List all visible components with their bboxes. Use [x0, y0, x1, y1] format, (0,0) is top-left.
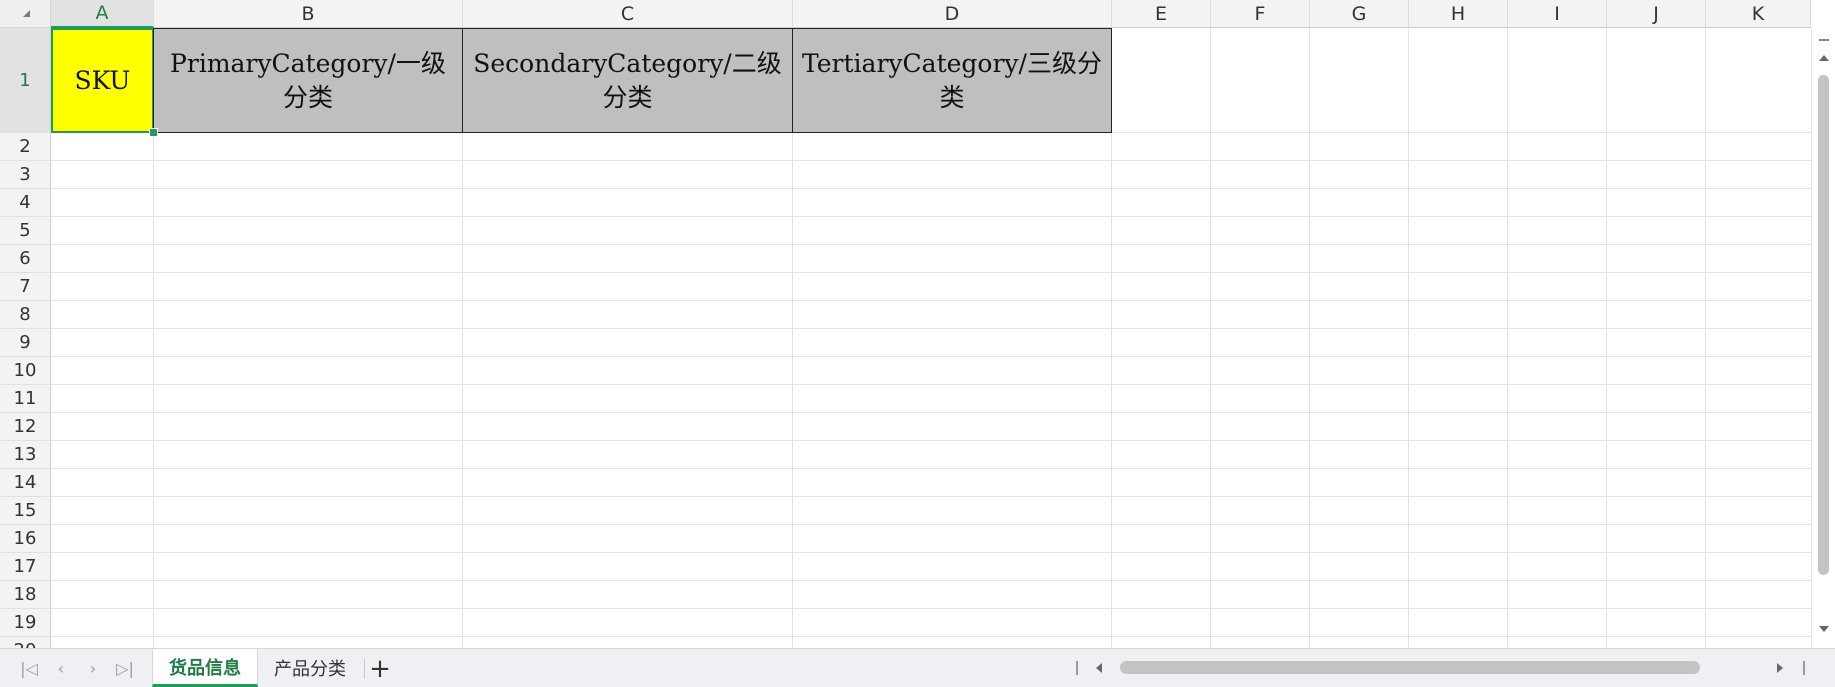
row-header-1[interactable]: 1: [0, 28, 51, 133]
gridline-horizontal: [51, 160, 1811, 161]
gridline-horizontal: [51, 412, 1811, 413]
cell-a1-sku[interactable]: SKU: [51, 28, 154, 133]
column-header-k[interactable]: K: [1706, 0, 1811, 28]
gridline-horizontal: [51, 328, 1811, 329]
row-header-20[interactable]: 20: [0, 637, 51, 648]
gridline-horizontal: [51, 356, 1811, 357]
row-header-8[interactable]: 8: [0, 301, 51, 329]
row-header-12[interactable]: 12: [0, 413, 51, 441]
row-header-11[interactable]: 11: [0, 385, 51, 413]
cell-area[interactable]: SKU PrimaryCategory/一级分类 SecondaryCatego…: [51, 28, 1811, 648]
vertical-scrollbar[interactable]: [1811, 28, 1835, 648]
next-sheet-icon[interactable]: ›: [82, 658, 104, 678]
gridline-vertical: [1408, 28, 1409, 648]
gridline-vertical: [1705, 28, 1706, 648]
gridline-horizontal: [51, 384, 1811, 385]
gridline-horizontal: [51, 300, 1811, 301]
row-header-13[interactable]: 13: [0, 441, 51, 469]
split-handle-icon[interactable]: [1819, 39, 1829, 41]
gridline-horizontal: [51, 440, 1811, 441]
gridline-horizontal: [51, 608, 1811, 609]
scroll-up-icon[interactable]: [1819, 55, 1829, 61]
column-header-e[interactable]: E: [1112, 0, 1211, 28]
prev-sheet-icon[interactable]: ‹: [50, 658, 72, 678]
row-header-7[interactable]: 7: [0, 273, 51, 301]
spreadsheet-grid: A B C D E F G H I J K 1 2 3 4 5 6 7 8 9 …: [0, 0, 1835, 648]
sheet-tab-bar: |◁ ‹ › ▷| 货品信息 产品分类 +: [0, 648, 1835, 687]
row-header-2[interactable]: 2: [0, 133, 51, 161]
vertical-scroll-thumb[interactable]: [1818, 75, 1829, 575]
column-header-b[interactable]: B: [154, 0, 463, 28]
column-header-h[interactable]: H: [1409, 0, 1508, 28]
last-sheet-icon[interactable]: ▷|: [114, 658, 136, 678]
row-header-3[interactable]: 3: [0, 161, 51, 189]
fill-handle[interactable]: [149, 128, 158, 137]
row-header-9[interactable]: 9: [0, 329, 51, 357]
first-sheet-icon[interactable]: |◁: [18, 658, 40, 678]
cell-b1-primary-category[interactable]: PrimaryCategory/一级分类: [153, 28, 463, 133]
row-header-19[interactable]: 19: [0, 609, 51, 637]
gridline-horizontal: [51, 468, 1811, 469]
horizontal-scroll-thumb[interactable]: [1120, 661, 1700, 674]
row-header-18[interactable]: 18: [0, 581, 51, 609]
gridline-vertical: [1606, 28, 1607, 648]
sheet-tab-product-category[interactable]: 产品分类: [258, 649, 362, 687]
select-all-corner[interactable]: [0, 0, 51, 28]
row-header-6[interactable]: 6: [0, 245, 51, 273]
column-header-i[interactable]: I: [1508, 0, 1607, 28]
row-header-16[interactable]: 16: [0, 525, 51, 553]
cell-d1-tertiary-category[interactable]: TertiaryCategory/三级分类: [792, 28, 1112, 133]
gridline-vertical: [1309, 28, 1310, 648]
row-header-17[interactable]: 17: [0, 553, 51, 581]
row-header-14[interactable]: 14: [0, 469, 51, 497]
scroll-down-icon[interactable]: [1819, 626, 1829, 632]
gridline-horizontal: [51, 524, 1811, 525]
horizontal-split-handle-right[interactable]: [1803, 661, 1805, 675]
gridline-horizontal: [51, 496, 1811, 497]
gridline-horizontal: [51, 272, 1811, 273]
scroll-right-icon[interactable]: [1777, 663, 1783, 673]
row-header-4[interactable]: 4: [0, 189, 51, 217]
row-header-10[interactable]: 10: [0, 357, 51, 385]
select-all-icon: [23, 10, 30, 17]
cell-c1-secondary-category[interactable]: SecondaryCategory/二级分类: [462, 28, 793, 133]
scroll-left-icon[interactable]: [1096, 663, 1102, 673]
gridline-horizontal: [51, 636, 1811, 637]
column-header-g[interactable]: G: [1310, 0, 1409, 28]
sheet-tab-goods-info[interactable]: 货品信息: [152, 649, 258, 687]
column-header-j[interactable]: J: [1607, 0, 1706, 28]
gridline-horizontal: [51, 552, 1811, 553]
column-header-a[interactable]: A: [51, 0, 154, 28]
horizontal-split-handle[interactable]: [1076, 661, 1078, 675]
tab-separator: [364, 659, 365, 679]
plus-icon[interactable]: +: [367, 654, 393, 684]
column-header-c[interactable]: C: [463, 0, 793, 28]
row-header-15[interactable]: 15: [0, 497, 51, 525]
gridline-horizontal: [51, 580, 1811, 581]
row-header-5[interactable]: 5: [0, 217, 51, 245]
gridline-horizontal: [51, 188, 1811, 189]
column-header-d[interactable]: D: [793, 0, 1112, 28]
column-header-f[interactable]: F: [1211, 0, 1310, 28]
gridline-horizontal: [51, 244, 1811, 245]
gridline-vertical: [1507, 28, 1508, 648]
gridline-vertical: [1210, 28, 1211, 648]
gridline-horizontal: [51, 216, 1811, 217]
